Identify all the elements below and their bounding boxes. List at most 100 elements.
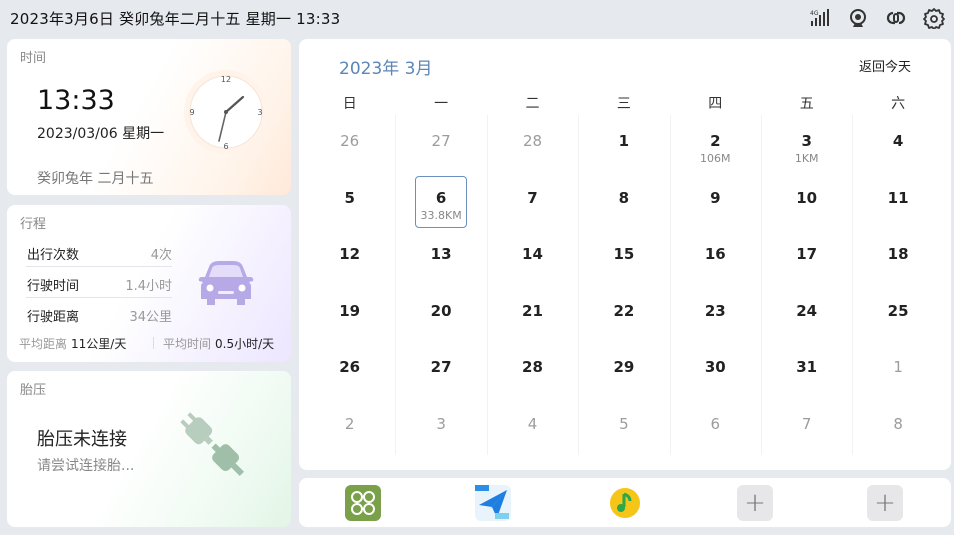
lunar-date: 癸卯兔年 二月十五	[37, 171, 154, 187]
day-number: 3	[436, 415, 446, 433]
calendar-day[interactable]: 27	[395, 115, 486, 172]
back-to-today-button[interactable]: 返回今天	[859, 56, 911, 75]
status-bar: 2023年3月6日 癸卯兔年二月十五 星期一 13:33 4G	[0, 0, 954, 36]
add-app-button[interactable]: +	[737, 485, 773, 521]
status-icons: 4G	[808, 6, 946, 30]
trip-card[interactable]: 行程 出行次数 4次 行驶时间 1.4小时 行驶距离 34公里 平均距离 11公里…	[7, 205, 291, 362]
calendar-day[interactable]: 1	[578, 115, 669, 172]
calendar-day[interactable]: 6	[670, 398, 761, 455]
svg-text:4G: 4G	[810, 10, 819, 17]
calendar-day[interactable]: 11	[852, 172, 943, 229]
calendar-day[interactable]: 3	[395, 398, 486, 455]
calendar-day[interactable]: 21	[487, 285, 578, 342]
calendar-day[interactable]: 2 106M	[670, 115, 761, 172]
time-card-title: 时间	[20, 51, 47, 66]
trip-row-count: 出行次数 4次	[26, 237, 172, 267]
calendar-day[interactable]: 7	[761, 398, 852, 455]
calendar-day[interactable]: 3 1KM	[761, 115, 852, 172]
day-number: 28	[522, 358, 543, 377]
trip-card-title: 行程	[20, 217, 47, 232]
calendar-day[interactable]: 22	[578, 285, 669, 342]
day-number: 10	[796, 188, 818, 207]
calendar-day[interactable]: 14	[487, 228, 578, 285]
app-grid-app[interactable]	[345, 485, 381, 521]
disconnected-plug-icon	[180, 412, 244, 476]
avg-time-value: 0.5小时/天	[215, 337, 275, 351]
calendar-day[interactable]: 26	[304, 341, 395, 398]
day-number: 31	[796, 358, 818, 377]
time-card[interactable]: 时间 13:33 2023/03/06 星期一 癸卯兔年 二月十五 12 3 6…	[7, 39, 291, 195]
calendar-day[interactable]: 2	[304, 398, 395, 455]
calendar-day[interactable]: 12	[304, 228, 395, 285]
weekday-label: 六	[891, 96, 906, 112]
day-number: 23	[704, 301, 726, 320]
day-number: 8	[618, 188, 630, 207]
weekday-label: 一	[434, 96, 449, 112]
current-time: 13:33	[37, 85, 115, 116]
trip-row-label: 行驶时间	[27, 279, 80, 294]
calendar-day[interactable]: 26	[304, 115, 395, 172]
avg-distance-label: 平均距离	[19, 337, 68, 351]
tire-pressure-card[interactable]: 胎压 胎压未连接 请尝试连接胎...	[7, 371, 291, 527]
calendar-grid: 26 27 28 1 2 106M 3 1KM 4 5 6 33.8KM 7 8 9 10 11 12 13 14 15…	[304, 115, 944, 455]
day-number: 2	[710, 132, 721, 150]
calendar-day[interactable]: 8	[852, 398, 943, 455]
settings-icon[interactable]	[922, 6, 946, 30]
calendar-day[interactable]: 4	[487, 398, 578, 455]
calendar-day[interactable]: 13	[395, 228, 486, 285]
calendar-day[interactable]: 15	[578, 228, 669, 285]
music-app[interactable]	[607, 485, 643, 521]
day-number: 20	[430, 301, 452, 320]
trip-row-value: 4次	[150, 248, 172, 263]
calendar-day[interactable]: 7	[487, 172, 578, 229]
day-number: 6	[710, 415, 721, 433]
calendar-day[interactable]: 4	[852, 115, 943, 172]
day-number: 12	[339, 245, 361, 264]
day-number: 7	[527, 188, 538, 207]
music-note-icon	[610, 488, 640, 518]
calendar-day[interactable]: 28	[487, 341, 578, 398]
calendar-day[interactable]: 30	[670, 341, 761, 398]
navigation-app[interactable]	[475, 485, 511, 521]
day-number: 25	[887, 301, 909, 320]
calendar-day[interactable]: 23	[670, 285, 761, 342]
calendar-month-label: 2023年 3月	[339, 59, 433, 79]
weekday-label: 二	[525, 96, 540, 112]
calendar-day[interactable]: 8	[578, 172, 669, 229]
calendar-day[interactable]: 17	[761, 228, 852, 285]
analog-clock: 12 3 6 9	[184, 70, 268, 154]
add-app-button[interactable]: +	[867, 485, 903, 521]
car-icon	[198, 261, 254, 305]
calendar-day[interactable]: 18	[852, 228, 943, 285]
calendar-day[interactable]: 19	[304, 285, 395, 342]
calendar-day[interactable]: 28	[487, 115, 578, 172]
calendar-day[interactable]: 20	[395, 285, 486, 342]
link-icon[interactable]	[884, 6, 908, 30]
calendar-day[interactable]: 29	[578, 341, 669, 398]
calendar-day[interactable]: 24	[761, 285, 852, 342]
day-number: 18	[887, 245, 909, 264]
calendar-day[interactable]: 1	[852, 341, 943, 398]
calendar-day[interactable]: 25	[852, 285, 943, 342]
day-number: 5	[344, 188, 355, 207]
day-number: 24	[796, 301, 818, 320]
day-number: 7	[801, 415, 812, 433]
day-distance: 106M	[700, 152, 731, 165]
calendar-day[interactable]: 10	[761, 172, 852, 229]
current-date: 2023/03/06 星期一	[37, 126, 165, 142]
calendar-day[interactable]: 16	[670, 228, 761, 285]
calendar-day[interactable]: 9	[670, 172, 761, 229]
calendar-day[interactable]: 27	[395, 341, 486, 398]
avg-distance: 平均距离 11公里/天	[19, 335, 126, 352]
calendar-day-today[interactable]: 6 33.8KM	[395, 172, 486, 229]
calendar-day[interactable]: 5	[578, 398, 669, 455]
day-number: 26	[339, 358, 361, 377]
calendar-day[interactable]: 5	[304, 172, 395, 229]
trip-row-duration: 行驶时间 1.4小时	[26, 268, 172, 298]
clock-label-12: 12	[221, 75, 231, 84]
day-number: 3	[801, 132, 812, 150]
weekday-label: 四	[708, 96, 723, 112]
camera-icon[interactable]	[846, 6, 870, 30]
calendar-day[interactable]: 31	[761, 341, 852, 398]
tire-hint: 请尝试连接胎...	[37, 458, 135, 474]
